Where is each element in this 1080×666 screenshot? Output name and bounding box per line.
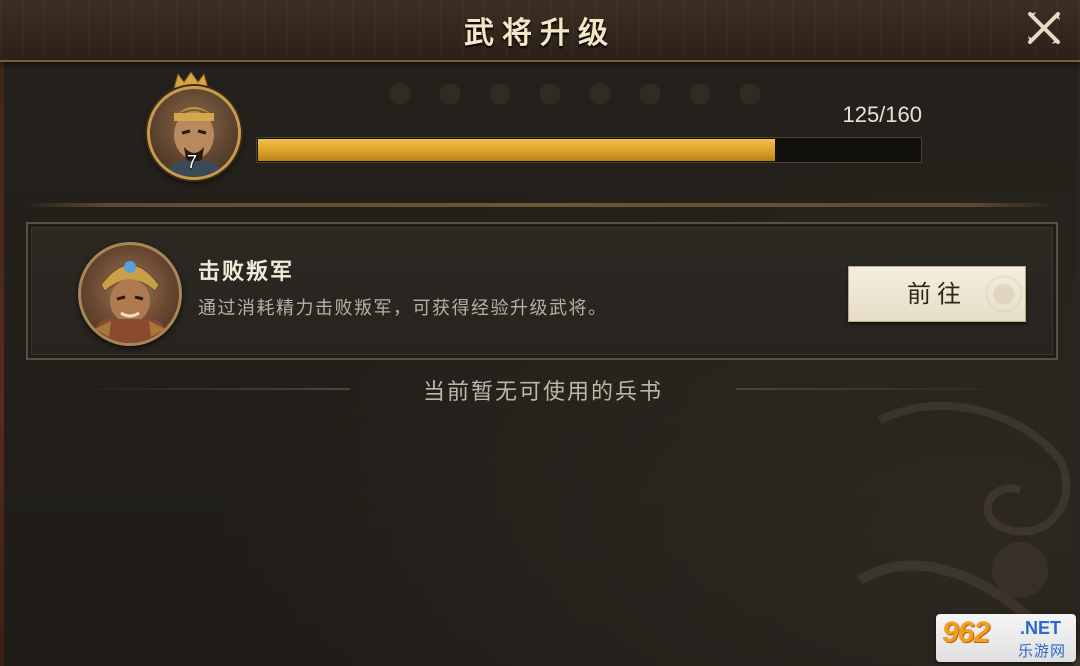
upgrade-panel: 武将升级 7 125/160 击败叛军 通过消耗精力击败叛军，可获得经验升级武将…: [0, 0, 1080, 666]
rebel-portrait: [89, 261, 171, 343]
site-watermark: 962 .NET 乐游网: [936, 614, 1076, 662]
task-card: 击败叛军 通过消耗精力击败叛军，可获得经验升级武将。 前往: [26, 222, 1058, 360]
exp-progress-bar: [256, 137, 922, 163]
exp-progress-text: 125/160: [842, 102, 922, 127]
section-divider: [24, 203, 1056, 207]
empty-divider-left: [70, 388, 350, 390]
hero-level: 7: [186, 152, 197, 172]
close-button[interactable]: [1024, 8, 1064, 48]
close-x-icon: [1028, 12, 1060, 44]
title-bar: 武将升级: [0, 0, 1080, 62]
empty-divider-right: [736, 388, 1016, 390]
watermark-net: .NET: [1020, 618, 1062, 638]
watermark-logo: 962: [942, 616, 990, 649]
go-button[interactable]: 前往: [848, 266, 1026, 322]
rebel-avatar: [78, 242, 182, 346]
task-title: 击败叛军: [198, 260, 295, 285]
task-description: 通过消耗精力击败叛军，可获得经验升级武将。: [198, 298, 608, 319]
left-border: [0, 0, 4, 666]
watermark-subtitle: 乐游网: [1018, 642, 1067, 660]
exp-progress-fill: [258, 139, 775, 161]
window-title: 武将升级: [464, 16, 616, 51]
empty-state-text: 当前暂无可使用的兵书: [422, 380, 663, 405]
title-pattern: [380, 64, 760, 124]
